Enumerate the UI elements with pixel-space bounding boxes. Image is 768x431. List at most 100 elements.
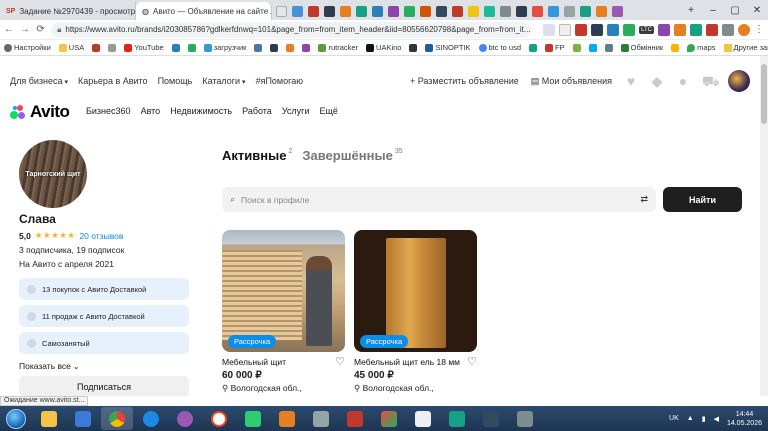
- bookmark-lime[interactable]: [572, 43, 581, 52]
- bookmark-sky[interactable]: [588, 43, 597, 52]
- bookmark-maps[interactable]: maps: [687, 43, 716, 52]
- listing-title[interactable]: Мебельный щит ель 18 мм: [354, 357, 460, 367]
- tab-favicon-icon[interactable]: [356, 5, 367, 17]
- tab-favicon-icon[interactable]: [596, 5, 607, 17]
- taskbar-app[interactable]: [67, 407, 99, 430]
- extension-icon[interactable]: [575, 23, 588, 36]
- taskbar-app[interactable]: [305, 407, 337, 430]
- tab-favicon-icon[interactable]: [324, 5, 335, 17]
- volume-icon[interactable]: ◀: [714, 415, 719, 423]
- extension-icon[interactable]: [623, 23, 636, 36]
- bookmark-green[interactable]: [187, 43, 196, 52]
- nav-help[interactable]: Помощь: [158, 76, 193, 86]
- favorite-heart-icon[interactable]: ♡: [335, 357, 345, 368]
- cart-icon[interactable]: ⛟: [702, 74, 720, 88]
- ltc-badge[interactable]: LTC: [639, 25, 654, 34]
- tab-favicon-icon[interactable]: [436, 5, 447, 17]
- tab-favicon-icon[interactable]: [516, 5, 527, 17]
- listing-card[interactable]: Рассрочка Мебельный щит ♡ 60 000 ₽ ⚲ Вол…: [222, 230, 345, 394]
- bookmark-exchanger[interactable]: Обмінник: [620, 43, 663, 52]
- category-realty[interactable]: Недвижимость: [170, 106, 232, 116]
- tab-favicon-icon[interactable]: [292, 5, 303, 17]
- back-icon[interactable]: ←: [4, 24, 14, 35]
- taskbar-explorer[interactable]: [33, 407, 65, 430]
- taskbar-app[interactable]: [169, 407, 201, 430]
- tab-favicon-icon[interactable]: [404, 5, 415, 17]
- taskbar-app[interactable]: [509, 407, 541, 430]
- taskbar-app[interactable]: [339, 407, 371, 430]
- page-scrollbar[interactable]: [760, 56, 768, 396]
- bookmark-youtube[interactable]: YouTube: [124, 43, 164, 52]
- tab-favicon-icon[interactable]: [420, 5, 431, 17]
- taskbar-app[interactable]: [407, 407, 439, 430]
- category-business360[interactable]: Бизнес360: [86, 106, 131, 116]
- bookmark-fp[interactable]: FP: [545, 43, 565, 52]
- taskbar-app[interactable]: [237, 407, 269, 430]
- tab-favicon-icon[interactable]: [612, 5, 623, 17]
- profile-icon[interactable]: [738, 23, 750, 36]
- share-icon[interactable]: [543, 23, 556, 36]
- tab-favicon-icon[interactable]: [500, 5, 511, 17]
- tab-favicon-icon[interactable]: [564, 5, 575, 17]
- clock[interactable]: 14:44 14.05.2026: [727, 410, 762, 428]
- tab-favicon-icon[interactable]: [388, 5, 399, 17]
- extension-icon[interactable]: [591, 23, 604, 36]
- listing-photo[interactable]: Рассрочка: [354, 230, 477, 352]
- messages-icon[interactable]: ●: [676, 74, 690, 88]
- tab-task[interactable]: SP Задание №2970439 - просмотр з ✕: [0, 2, 136, 20]
- star-icon[interactable]: [559, 23, 572, 36]
- bookmark-dark[interactable]: [409, 43, 418, 52]
- subscribe-button[interactable]: Подписаться: [19, 376, 189, 396]
- new-tab-icon[interactable]: +: [680, 5, 702, 16]
- favorites-heart-icon[interactable]: ♥: [624, 74, 638, 88]
- bookmark-rutracker[interactable]: rutracker: [318, 43, 358, 52]
- close-window-icon[interactable]: ✕: [746, 5, 768, 16]
- listing-title[interactable]: Мебельный щит: [222, 357, 286, 367]
- extension-icon[interactable]: [706, 23, 718, 36]
- taskbar-app[interactable]: [135, 407, 167, 430]
- tab-favicon-icon[interactable]: [484, 5, 495, 17]
- nav-ya-pomogayu[interactable]: #яПомогаю: [256, 76, 303, 86]
- favorite-heart-icon[interactable]: ♡: [467, 357, 477, 368]
- nav-for-business[interactable]: Для бизнеса: [10, 76, 68, 86]
- bookmark-usa[interactable]: USA: [58, 43, 84, 52]
- bookmark-uakino[interactable]: UAKino: [366, 43, 401, 52]
- bookmark-sinoptik[interactable]: SINOPTIK: [425, 43, 471, 52]
- bookmark-red[interactable]: [92, 43, 101, 52]
- bookmark-downloader[interactable]: загрузчик: [203, 43, 246, 52]
- bookmark-navy[interactable]: [270, 43, 279, 52]
- bookmark-slate[interactable]: [604, 43, 613, 52]
- bookmark-amber[interactable]: [671, 43, 680, 52]
- tab-favicon-icon[interactable]: [372, 5, 383, 17]
- taskbar-app[interactable]: [475, 407, 507, 430]
- reviews-link[interactable]: 20 отзывов: [79, 231, 123, 241]
- bookmark-vk[interactable]: [254, 43, 263, 52]
- puzzle-icon[interactable]: [722, 23, 734, 36]
- taskbar-yandex[interactable]: [203, 407, 235, 430]
- tab-favicon-icon[interactable]: [308, 5, 319, 17]
- tab-favicon-icon[interactable]: [548, 5, 559, 17]
- tab-favicon-icon[interactable]: [580, 5, 591, 17]
- url-field[interactable]: 🔒︎ https://www.avito.ru/brands/i20308578…: [51, 21, 532, 38]
- tab-avito[interactable]: ◍ Авито — Объявление на сайте Ав ✕: [136, 2, 272, 20]
- category-auto[interactable]: Авто: [141, 106, 161, 116]
- avito-logo[interactable]: Avito: [10, 102, 70, 122]
- reload-icon[interactable]: ⟳: [36, 24, 45, 35]
- bookmark-btc[interactable]: btc to usd: [478, 43, 521, 52]
- listing-card[interactable]: Рассрочка Мебельный щит ель 18 мм ♡ 45 0…: [354, 230, 477, 394]
- bookmark-blue[interactable]: [171, 43, 180, 52]
- bookmark-orange[interactable]: [286, 43, 295, 52]
- forward-icon[interactable]: →: [20, 24, 30, 35]
- taskbar-app[interactable]: [271, 407, 303, 430]
- tab-favicon-icon[interactable]: [340, 5, 351, 17]
- bookmark-teal[interactable]: [529, 43, 538, 52]
- bookmark-settings[interactable]: Настройки: [4, 43, 51, 52]
- notifications-bell-icon[interactable]: ◆: [650, 74, 664, 88]
- show-all-button[interactable]: Показать все ⌄: [19, 361, 189, 371]
- nav-catalogs[interactable]: Каталоги: [202, 76, 245, 86]
- bookmark-grey[interactable]: [108, 43, 117, 52]
- profile-search-input[interactable]: ⌕ Поиск в профиле ⇄: [222, 187, 656, 212]
- tab-favicon-icon[interactable]: [532, 5, 543, 17]
- listing-photo[interactable]: Рассрочка: [222, 230, 345, 352]
- start-button[interactable]: [0, 406, 32, 431]
